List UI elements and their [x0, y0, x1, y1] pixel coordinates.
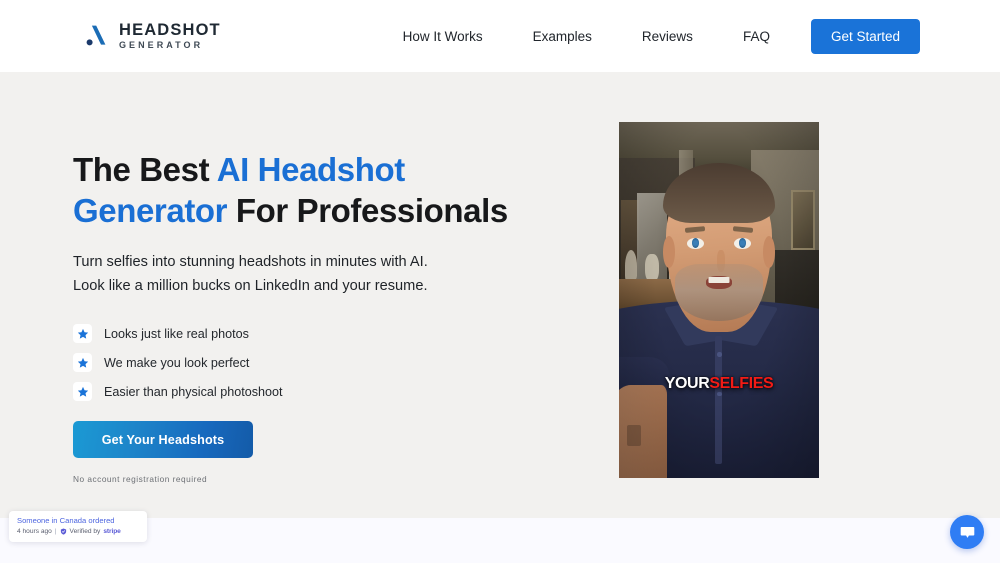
feature-label: Easier than physical photoshoot: [104, 384, 283, 399]
star-icon: [73, 353, 92, 373]
primary-navigation: How It Works Examples Reviews FAQ Get St…: [378, 18, 920, 54]
list-item: Easier than physical photoshoot: [73, 382, 543, 402]
chat-widget-button[interactable]: [950, 515, 984, 549]
nav-faq[interactable]: FAQ: [718, 29, 795, 44]
cta-note: No account registration required: [73, 474, 208, 485]
caption-word-selfies: SELFIES: [709, 374, 774, 392]
hero-copy: The Best AI Headshot Generator For Profe…: [73, 150, 543, 484]
brand-name-line2: GENERATOR: [119, 40, 204, 51]
brand-wordmark: HEADSHOT GENERATOR: [119, 22, 221, 51]
toast-title: Someone in Canada ordered: [17, 516, 115, 525]
subheading-line-2: Look like a million bucks on LinkedIn an…: [73, 277, 428, 294]
shield-check-icon: [60, 528, 67, 535]
chat-bubble-icon: [959, 524, 976, 541]
headline-part1: The Best: [73, 151, 217, 188]
site-header: HEADSHOT GENERATOR How It Works Examples…: [0, 0, 1000, 72]
media-caption: YOURSELFIES: [665, 375, 774, 393]
subheading-line-1: Turn selfies into stunning headshots in …: [73, 254, 428, 271]
get-started-button[interactable]: Get Started: [810, 18, 920, 54]
hero-section: The Best AI Headshot Generator For Profe…: [0, 72, 1000, 518]
media-vignette: [619, 122, 819, 478]
nav-reviews[interactable]: Reviews: [617, 29, 718, 44]
feature-list: Looks just like real photos We make you …: [73, 324, 543, 402]
get-your-headshots-button[interactable]: Get Your Headshots: [73, 421, 253, 459]
landing-page: HEADSHOT GENERATOR How It Works Examples…: [0, 0, 1000, 563]
hero-video-thumbnail[interactable]: YOURSELFIES: [619, 122, 819, 478]
caption-word-your: YOUR: [664, 374, 710, 392]
toast-timestamp: 4 hours ago: [17, 528, 52, 536]
brand-name-line1: HEADSHOT: [119, 20, 221, 39]
brand-logo[interactable]: HEADSHOT GENERATOR: [84, 22, 221, 51]
hero-subheading: Turn selfies into stunning headshots in …: [73, 251, 543, 298]
headline-part2: For Professionals: [227, 191, 508, 229]
list-item: Looks just like real photos: [73, 324, 543, 344]
page-title: The Best AI Headshot Generator For Profe…: [73, 150, 543, 231]
list-item: We make you look perfect: [73, 353, 543, 373]
star-icon: [73, 324, 92, 344]
toast-verified-label: Verified by: [69, 528, 101, 536]
feature-label: Looks just like real photos: [104, 326, 249, 341]
toast-subtitle: 4 hours ago | Verified by stripe: [17, 527, 139, 536]
order-notification-toast[interactable]: Someone in Canada ordered 4 hours ago | …: [9, 511, 147, 542]
feature-label: We make you look perfect: [104, 355, 250, 370]
toast-separator: |: [54, 528, 57, 536]
nav-how-it-works[interactable]: How It Works: [378, 29, 508, 44]
nav-examples[interactable]: Examples: [508, 29, 617, 44]
logo-slash-mark-icon: [84, 23, 110, 49]
media-scene: [619, 122, 819, 478]
toast-verified-brand: stripe: [103, 528, 121, 536]
below-fold-strip: [0, 518, 1000, 563]
star-icon: [73, 382, 92, 402]
